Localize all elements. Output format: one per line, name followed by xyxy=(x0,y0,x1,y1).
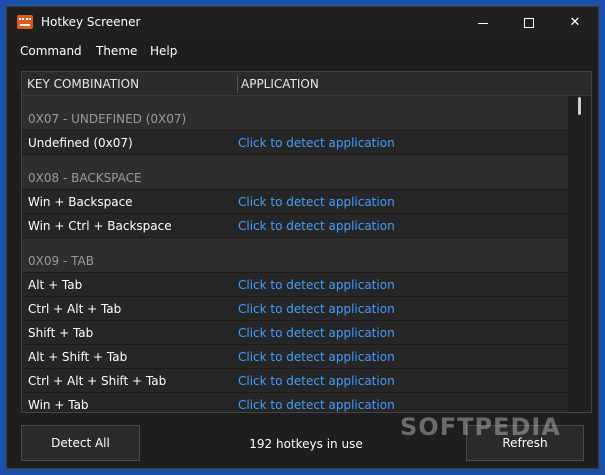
detect-application-link[interactable]: Click to detect application xyxy=(238,278,395,292)
key-combination-cell: Alt + Shift + Tab xyxy=(28,350,128,364)
hotkey-row[interactable]: Win + Backspace Click to detect applicati… xyxy=(22,190,568,214)
detect-application-link[interactable]: Click to detect application xyxy=(238,219,395,233)
title-bar[interactable]: Hotkey Screener ✕ xyxy=(7,7,598,39)
group-header-label: 0X07 - UNDEFINED (0X07) xyxy=(28,112,187,126)
hotkey-row[interactable]: Ctrl + Alt + Tab Click to detect applicat… xyxy=(22,297,568,321)
app-window: Hotkey Screener ✕ Command Theme Help KEY… xyxy=(6,6,599,469)
column-divider[interactable] xyxy=(237,75,238,93)
key-combination-cell: Win + Ctrl + Backspace xyxy=(28,219,172,233)
key-combination-cell: Ctrl + Alt + Shift + Tab xyxy=(28,374,167,388)
detect-application-link[interactable]: Click to detect application xyxy=(238,374,395,388)
key-combination-cell: Shift + Tab xyxy=(28,326,94,340)
menu-theme[interactable]: Theme xyxy=(96,44,137,58)
hotkey-row[interactable]: Alt + Tab Click to detect application xyxy=(22,273,568,297)
detect-application-link[interactable]: Click to detect application xyxy=(238,136,395,150)
close-icon: ✕ xyxy=(569,15,581,30)
column-key-combination[interactable]: KEY COMBINATION xyxy=(27,77,139,91)
key-combination-cell: Win + Backspace xyxy=(28,195,133,209)
softpedia-watermark: SOFTPEDIA xyxy=(400,413,561,441)
column-application[interactable]: APPLICATION xyxy=(241,77,319,91)
scrollbar-thumb[interactable] xyxy=(578,97,581,115)
detect-all-button[interactable]: Detect All xyxy=(21,425,140,461)
key-combination-cell: Win + Tab xyxy=(28,398,89,412)
hotkey-count-status: 192 hotkeys in use xyxy=(249,437,363,451)
group-header-row: 0X09 - TAB xyxy=(22,238,568,273)
minimize-button[interactable] xyxy=(460,7,506,39)
group-header-row: 0X07 - UNDEFINED (0X07) xyxy=(22,96,568,131)
maximize-button[interactable] xyxy=(506,7,552,39)
hotkey-row[interactable]: Ctrl + Alt + Shift + Tab Click to detect … xyxy=(22,369,568,393)
hotkey-row[interactable]: Alt + Shift + Tab Click to detect applica… xyxy=(22,345,568,369)
hotkey-list: KEY COMBINATION APPLICATION 0X07 - UNDEF… xyxy=(21,71,592,413)
key-combination-cell: Alt + Tab xyxy=(28,278,83,292)
minimize-icon xyxy=(478,23,488,24)
menu-command[interactable]: Command xyxy=(20,44,82,58)
menu-bar: Command Theme Help xyxy=(7,39,598,65)
key-combination-cell: Undefined (0x07) xyxy=(28,136,133,150)
window-title: Hotkey Screener xyxy=(41,15,141,29)
detect-application-link[interactable]: Click to detect application xyxy=(238,195,395,209)
group-header-row: 0X08 - BACKSPACE xyxy=(22,155,568,190)
scrollbar[interactable] xyxy=(569,96,591,412)
hotkey-row[interactable]: Shift + Tab Click to detect application xyxy=(22,321,568,345)
detect-application-link[interactable]: Click to detect application xyxy=(238,398,395,412)
close-button[interactable]: ✕ xyxy=(552,7,598,39)
hotkey-rows: 0X07 - UNDEFINED (0X07) Undefined (0x07) C… xyxy=(22,96,568,412)
hotkey-row[interactable]: Win + Ctrl + Backspace Click to detect ap… xyxy=(22,214,568,238)
menu-help[interactable]: Help xyxy=(150,44,177,58)
detect-application-link[interactable]: Click to detect application xyxy=(238,302,395,316)
detect-application-link[interactable]: Click to detect application xyxy=(238,350,395,364)
detect-application-link[interactable]: Click to detect application xyxy=(238,326,395,340)
hotkey-row[interactable]: Undefined (0x07) Click to detect applicat… xyxy=(22,131,568,155)
hotkey-row[interactable]: Win + Tab Click to detect application xyxy=(22,393,568,412)
list-header: KEY COMBINATION APPLICATION xyxy=(22,72,591,96)
group-header-label: 0X09 - TAB xyxy=(28,254,94,268)
key-combination-cell: Ctrl + Alt + Tab xyxy=(28,302,122,316)
group-header-label: 0X08 - BACKSPACE xyxy=(28,171,142,185)
keyboard-app-icon xyxy=(17,15,33,29)
maximize-icon xyxy=(524,18,534,28)
